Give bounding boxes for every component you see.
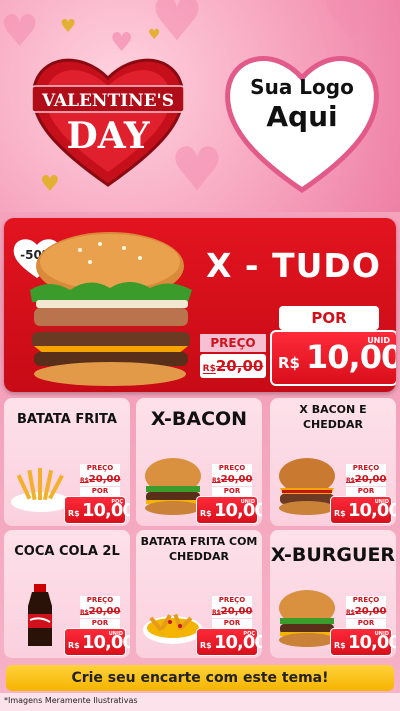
product-card[interactable]: BATATA FRITA COM CHEDDAR PREÇO R$20,00 POR R… (136, 530, 262, 658)
footer: *Imagens Meramente Ilustrativas (0, 693, 400, 711)
price-unit: UNID (374, 499, 389, 505)
old-price-value: 20,00 (215, 357, 264, 375)
preco-label: PREÇO (346, 596, 386, 605)
price-unit: UNID (367, 336, 390, 345)
old-price-currency: R$ (80, 609, 89, 616)
por-label: POR (279, 306, 379, 330)
logo-text-line1: Sua Logo (250, 75, 354, 99)
old-price-currency: R$ (80, 477, 89, 484)
valentine-line2: DAY (66, 115, 150, 157)
product-name: BATATA FRITA (17, 412, 117, 427)
heart-icon: ♥ (320, 0, 383, 56)
old-price-box: PREÇO R$20,00 (200, 334, 266, 380)
price-tag: R$ 10,00 UNID (330, 628, 396, 656)
preco-label: PREÇO (80, 596, 120, 605)
preco-label: PREÇO (80, 464, 120, 473)
price-currency: R$ (334, 641, 346, 650)
product-name: COCA COLA 2L (14, 544, 120, 559)
footer-disclaimer: *Imagens Meramente Ilustrativas (4, 696, 138, 705)
product-card[interactable]: COCA COLA 2L PREÇO R$20,00 POR R$ 10,00 UNID (4, 530, 130, 658)
product-card[interactable]: X-BURGUER PREÇO R$20,00 POR R$ 10,00 UNID (270, 530, 396, 658)
price-currency: R$ (68, 509, 80, 518)
logo-text-line2: Aqui (266, 100, 338, 133)
product-name: X-BURGUER (270, 544, 396, 566)
price-currency: R$ (278, 354, 300, 372)
old-price-value: 20,00 (220, 474, 253, 485)
old-price-currency: R$ (346, 477, 355, 484)
por-label: POR (346, 619, 386, 628)
old-price-value: 20,00 (354, 606, 387, 617)
product-name: X-BACON (150, 408, 248, 430)
price-tag: R$ 10,00 UNID (196, 496, 262, 524)
price-unit: POÇ (111, 499, 123, 505)
preco-label: PREÇO (212, 464, 252, 473)
por-label: POR (346, 487, 386, 496)
old-price-currency: R$ (202, 364, 216, 374)
cta-banner[interactable]: Crie seu encarte com este tema! (6, 665, 394, 691)
price-unit: POÇ (243, 631, 255, 637)
old-price-value: 20,00 (354, 474, 387, 485)
old-price: R$20,00 (212, 473, 252, 486)
product-card[interactable]: X BACON E CHEDDAR PREÇO R$20,00 POR R$ 10,00 U… (270, 398, 396, 526)
preco-label: PREÇO (212, 596, 252, 605)
old-price: R$20,00 (346, 473, 386, 486)
price-tag: R$ 10,00 UNID (330, 496, 396, 524)
price-tag: R$ 10,00 UNID (64, 628, 130, 656)
old-price: R$20,00 (212, 605, 252, 618)
header: ♥ ♥ ♥ ♥ ♥ ♥ ♥ ♥ VALENTINE'S DAY Sua Logo… (0, 0, 400, 212)
preco-label: PREÇO (200, 334, 266, 352)
burger-image (30, 232, 192, 386)
por-label: POR (80, 487, 120, 496)
product-name: BATATA FRITA COM CHEDDAR (140, 535, 258, 563)
por-label: POR (80, 619, 120, 628)
old-price-value: 20,00 (220, 606, 253, 617)
product-card[interactable]: X-BACON PREÇO R$20,00 POR R$ 10,00 UNID (136, 398, 262, 526)
preco-label: PREÇO (346, 464, 386, 473)
old-price-value: 20,00 (88, 606, 121, 617)
featured-name: X - TUDO (206, 246, 381, 285)
por-label: POR (212, 619, 252, 628)
por-label: POR (212, 487, 252, 496)
old-price: R$20,00 (200, 354, 266, 378)
old-price: R$20,00 (346, 605, 386, 618)
price-unit: UNID (108, 631, 123, 637)
price-tag: R$ 10,00 UNID (270, 330, 396, 386)
old-price-value: 20,00 (88, 474, 121, 485)
old-price-currency: R$ (212, 477, 221, 484)
gold-heart-icon: ♥ (148, 27, 161, 43)
price-unit: UNID (240, 499, 255, 505)
old-price-currency: R$ (212, 609, 221, 616)
price-currency: R$ (334, 509, 346, 518)
price-currency: R$ (200, 641, 212, 650)
featured-product[interactable]: -50% X - TUDO POR PREÇO R$20,00 R$ 10,00… (4, 218, 396, 392)
gold-heart-icon: ♥ (60, 16, 77, 37)
heart-icon: ♥ (0, 6, 40, 57)
price-unit: UNID (374, 631, 389, 637)
valentines-day-badge: VALENTINE'S DAY (31, 58, 185, 187)
logo-placeholder[interactable]: Sua Logo Aqui (222, 44, 382, 194)
old-price: R$20,00 (80, 605, 120, 618)
price-currency: R$ (200, 509, 212, 518)
valentine-line1: VALENTINE'S (41, 91, 174, 111)
old-price: R$20,00 (80, 473, 120, 486)
product-card[interactable]: BATATA FRITA PREÇO R$20,00 POR R$ 10,00 POÇ (4, 398, 130, 526)
old-price-currency: R$ (346, 609, 355, 616)
price-tag: R$ 10,00 POÇ (196, 628, 262, 656)
product-name: X BACON E CHEDDAR (299, 403, 367, 431)
price-tag: R$ 10,00 POÇ (64, 496, 130, 524)
price-currency: R$ (68, 641, 80, 650)
